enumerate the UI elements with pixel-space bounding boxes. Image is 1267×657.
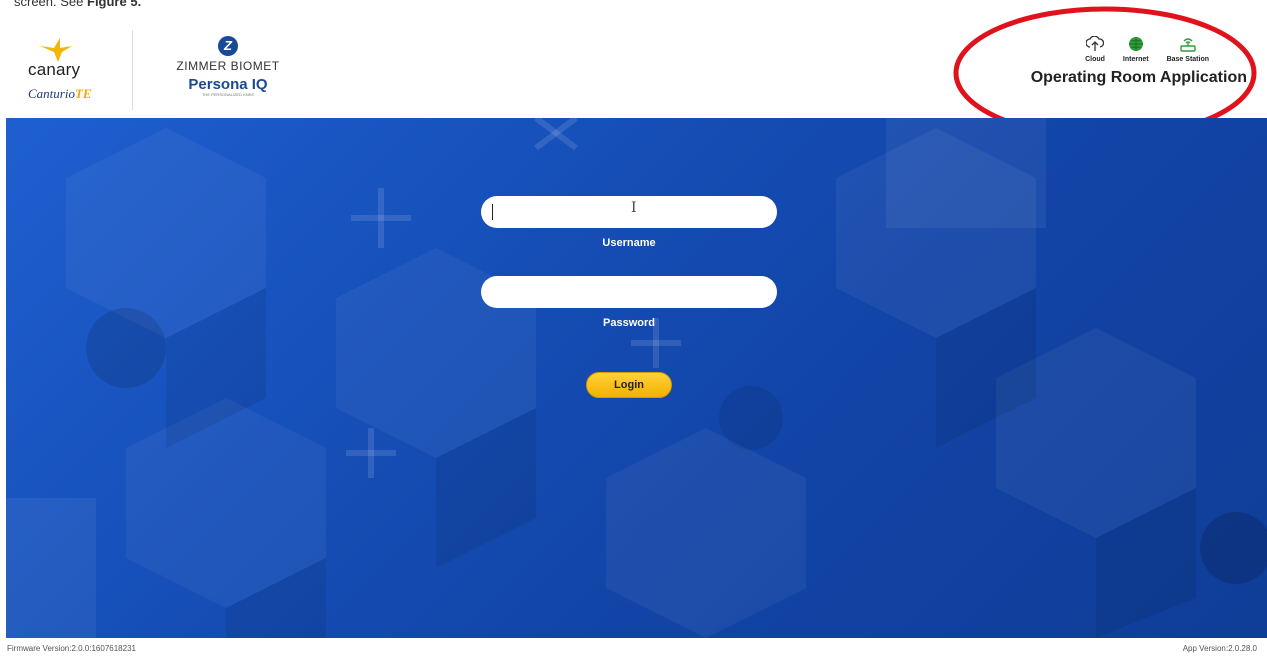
status-label-internet: Internet xyxy=(1122,56,1149,63)
header-bar: screen. See Figure 5. canary CanturioTE … xyxy=(0,0,1267,140)
firmware-version: Firmware Version:2.0.0:1607618231 xyxy=(7,644,136,653)
status-label-base-station: Base Station xyxy=(1166,56,1209,63)
canary-logo: canary CanturioTE xyxy=(28,36,128,102)
persona-tagline: THE PERSONALIZED KNEE xyxy=(201,92,254,97)
persona-text: Persona xyxy=(188,76,248,93)
login-panel: I Username Password Login xyxy=(6,118,1267,638)
status-internet: Internet xyxy=(1123,36,1149,63)
password-field[interactable] xyxy=(481,276,777,308)
status-base-station: Base Station xyxy=(1167,36,1209,63)
logo-divider xyxy=(132,30,133,110)
persona-iq-text: IQ xyxy=(251,76,268,93)
zimmer-biomet-logo: Z ZIMMER BIOMET Persona IQ THE PERSONALI… xyxy=(163,36,293,97)
zimmer-z-icon: Z xyxy=(218,36,238,56)
app-version: App Version:2.0.28.0 xyxy=(1182,644,1257,653)
persona-iq-logo: Persona IQ xyxy=(163,76,293,93)
password-label: Password xyxy=(603,317,655,329)
login-button[interactable]: Login xyxy=(586,372,672,398)
connection-status-panel: Cloud Internet Base Station Operating Ro… xyxy=(1007,36,1247,87)
canturio-te-text: TE xyxy=(74,86,92,101)
canturio-text: Canturio xyxy=(28,86,75,101)
canturio-logo: CanturioTE xyxy=(28,86,128,102)
cloud-upload-icon xyxy=(1086,36,1104,51)
username-label: Username xyxy=(602,237,656,249)
canary-wordmark: canary xyxy=(28,60,81,79)
text-cursor-caret xyxy=(492,204,493,220)
zimmer-wordmark: ZIMMER BIOMET xyxy=(176,59,280,73)
status-cloud: Cloud xyxy=(1085,36,1105,63)
username-field[interactable]: I xyxy=(481,196,777,228)
globe-icon xyxy=(1128,37,1143,51)
app-title: Operating Room Application xyxy=(1030,69,1247,86)
canary-bird-icon xyxy=(40,38,72,62)
router-icon xyxy=(1180,38,1196,52)
caption-figure-ref: Figure 5. xyxy=(87,0,142,9)
status-label-cloud: Cloud xyxy=(1085,56,1105,63)
ibeam-cursor-icon: I xyxy=(631,200,637,216)
document-caption: screen. See Figure 5. xyxy=(14,0,141,9)
caption-text: screen. See xyxy=(14,0,84,9)
